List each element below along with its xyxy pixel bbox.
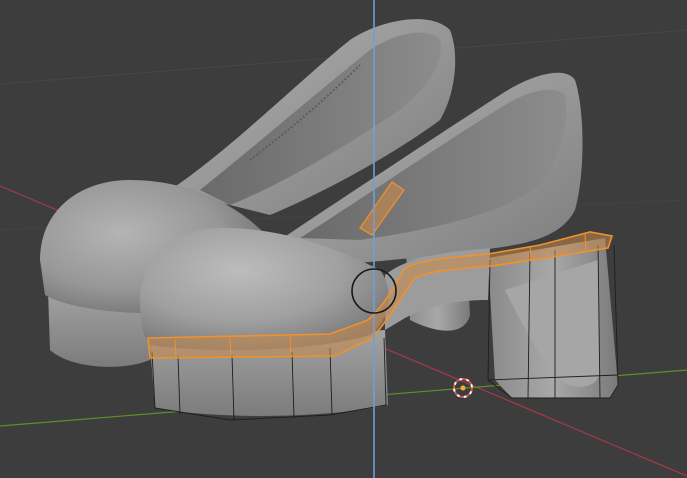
3d-viewport[interactable]: [0, 0, 687, 478]
viewport-canvas[interactable]: [0, 0, 687, 478]
